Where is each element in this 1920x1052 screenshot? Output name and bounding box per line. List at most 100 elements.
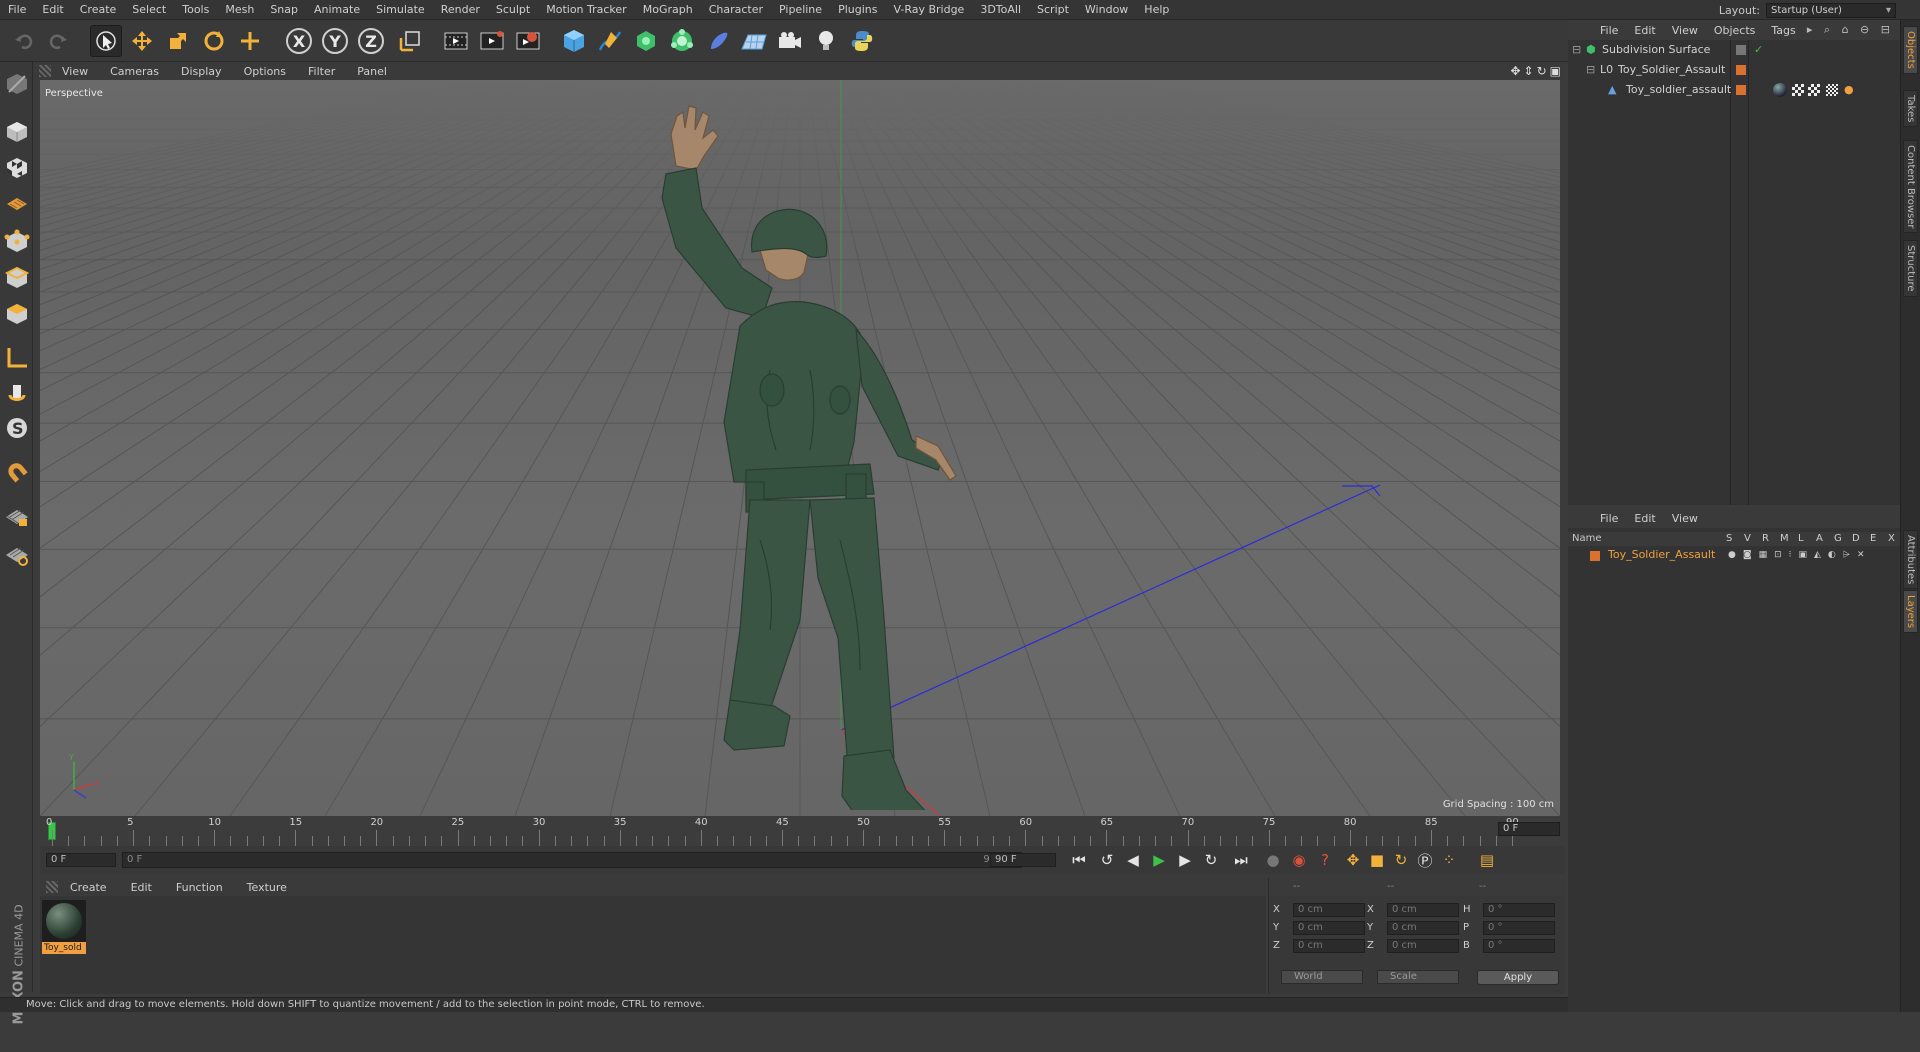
apply-button[interactable]: Apply [1477, 970, 1559, 985]
key-parameter-icon[interactable]: Ⓟ [1414, 849, 1436, 871]
current-frame-field[interactable]: 0 F [1498, 822, 1560, 836]
previous-frame-icon[interactable]: ◀ [1122, 849, 1144, 871]
menu-tools[interactable]: Tools [174, 3, 217, 16]
redo-icon[interactable] [42, 25, 74, 57]
tab-objects[interactable]: Objects [1903, 26, 1918, 74]
z-axis-lock-icon[interactable]: Z [358, 28, 384, 54]
menu-pipeline[interactable]: Pipeline [771, 3, 830, 16]
menu-mograph[interactable]: MoGraph [635, 3, 701, 16]
object-menu-file[interactable]: File [1592, 24, 1626, 37]
polygons-mode-icon[interactable] [3, 300, 31, 328]
menu-character[interactable]: Character [701, 3, 771, 16]
menu-help[interactable]: Help [1136, 3, 1177, 16]
key-position-icon[interactable]: ✥ [1342, 849, 1364, 871]
menu-file[interactable]: File [0, 3, 34, 16]
layout-select[interactable]: Startup (User) [1766, 2, 1896, 18]
material-menu-texture[interactable]: Texture [235, 881, 299, 894]
layer-row[interactable]: Toy_Soldier_Assault ●◙▦⊡⁝▣◭◐⩥✕ [1568, 546, 1900, 564]
autokey-icon[interactable]: ◉ [1288, 849, 1310, 871]
material-swatch[interactable]: Toy_sold [42, 900, 86, 956]
object-manager-search-icons[interactable]: ▸ ⌕ ⌂ ⊖ ⊟ [1807, 23, 1894, 37]
scale-tool-icon[interactable] [162, 25, 194, 57]
menu-simulate[interactable]: Simulate [368, 3, 433, 16]
pen-spline-icon[interactable] [594, 25, 626, 57]
goto-start-icon[interactable]: ⏮ [1068, 849, 1090, 871]
y-axis-lock-icon[interactable]: Y [322, 28, 348, 54]
texture-tag-icon[interactable] [1792, 84, 1804, 96]
layer-chip[interactable] [1736, 65, 1746, 75]
floor-environment-icon[interactable] [738, 25, 770, 57]
tab-takes[interactable]: Takes [1903, 90, 1918, 128]
texture-tag-icon-3[interactable] [1826, 84, 1838, 96]
coord-scale-select[interactable]: Scale [1377, 970, 1459, 984]
goto-end-icon[interactable]: ⏭ [1230, 849, 1252, 871]
menu-animate[interactable]: Animate [306, 3, 368, 16]
key-scale-icon[interactable]: ■ [1366, 849, 1388, 871]
cube-primitive-icon[interactable] [558, 25, 590, 57]
layer-color-chip[interactable] [1590, 551, 1600, 561]
layer-column-x[interactable]: X [1888, 532, 1895, 546]
layer-column-g[interactable]: G [1834, 532, 1842, 546]
edges-mode-icon[interactable] [3, 264, 31, 292]
layer-column-v[interactable]: V [1744, 532, 1751, 546]
tab-content-browser[interactable]: Content Browser [1903, 140, 1918, 234]
menu-mesh[interactable]: Mesh [217, 3, 262, 16]
viewport-menu-panel[interactable]: Panel [346, 65, 398, 78]
rotate-tool-icon[interactable] [198, 25, 230, 57]
workplane-mode-icon[interactable] [3, 190, 31, 218]
record-keyframes-icon[interactable]: ● [1262, 849, 1284, 871]
coord-value-field[interactable]: 0 cm [1387, 903, 1459, 917]
coord-value-field[interactable]: 0 cm [1387, 921, 1459, 935]
key-rotation-icon[interactable]: ↻ [1390, 849, 1412, 871]
recent-tool-icon[interactable] [234, 25, 266, 57]
tab-layers[interactable]: Layers [1903, 590, 1918, 634]
coord-value-field[interactable]: 0 ° [1483, 903, 1555, 917]
object-menu-edit[interactable]: Edit [1626, 24, 1663, 37]
texture-tag-icon-2[interactable] [1808, 84, 1820, 96]
deformer-icon[interactable] [702, 25, 734, 57]
axis-mode-icon[interactable] [3, 344, 31, 372]
timeline-scheme-icon[interactable]: ▤ [1476, 849, 1498, 871]
menu-create[interactable]: Create [72, 3, 125, 16]
max-time-field[interactable]: 90 F [990, 853, 1056, 867]
layer-chip[interactable] [1736, 45, 1746, 55]
coord-value-field[interactable]: 0 cm [1293, 939, 1365, 953]
snap-icon[interactable]: S [3, 414, 31, 442]
light-icon[interactable] [810, 25, 842, 57]
layer-column-d[interactable]: D [1852, 532, 1860, 546]
menu-plugins[interactable]: Plugins [830, 3, 885, 16]
subdivision-generator-icon[interactable] [630, 25, 662, 57]
coord-value-field[interactable]: 0 ° [1483, 921, 1555, 935]
tab-structure[interactable]: Structure [1903, 240, 1918, 297]
menu-window[interactable]: Window [1077, 3, 1136, 16]
menu-snap[interactable]: Snap [262, 3, 306, 16]
x-axis-lock-icon[interactable]: X [286, 28, 312, 54]
layer-column-l[interactable]: L [1798, 532, 1804, 546]
material-tag-icon[interactable] [1773, 83, 1787, 97]
tab-attributes[interactable]: Attributes [1903, 530, 1918, 590]
menu-edit[interactable]: Edit [34, 3, 71, 16]
coordinate-system-icon[interactable] [394, 25, 426, 57]
object-row-toy-soldier-assault[interactable]: ⊟ L0 Toy_Soldier_Assault [1568, 60, 1900, 80]
timeline-ruler[interactable]: 051015202530354045505560657075808590 [40, 816, 1560, 846]
move-tool-icon[interactable] [126, 25, 158, 57]
object-row-toy-soldier-mesh[interactable]: ▲ Toy_soldier_assault ● [1568, 80, 1900, 100]
material-menu-create[interactable]: Create [58, 881, 119, 894]
menu-vray-bridge[interactable]: V-Ray Bridge [885, 3, 972, 16]
object-row-subdivision-surface[interactable]: ⊟ ⬢ Subdivision Surface ✓ [1568, 40, 1900, 60]
previous-keyframe-icon[interactable]: ↺ [1096, 849, 1118, 871]
coord-value-field[interactable]: 0 cm [1293, 903, 1365, 917]
python-script-icon[interactable] [846, 25, 878, 57]
menu-script[interactable]: Script [1029, 3, 1077, 16]
object-menu-view[interactable]: View [1664, 24, 1706, 37]
next-keyframe-icon[interactable]: ↻ [1200, 849, 1222, 871]
viewport-menu-view[interactable]: View [51, 65, 99, 78]
planar-workplane-icon[interactable] [3, 540, 31, 568]
layer-column-s[interactable]: S [1726, 532, 1732, 546]
material-menu-function[interactable]: Function [164, 881, 235, 894]
points-mode-icon[interactable] [3, 228, 31, 256]
coord-mode-select[interactable]: World [1281, 970, 1363, 984]
lock-workplane-icon[interactable] [3, 502, 31, 530]
menu-3dtoall[interactable]: 3DToAll [972, 3, 1029, 16]
layer-column-a[interactable]: A [1816, 532, 1823, 546]
